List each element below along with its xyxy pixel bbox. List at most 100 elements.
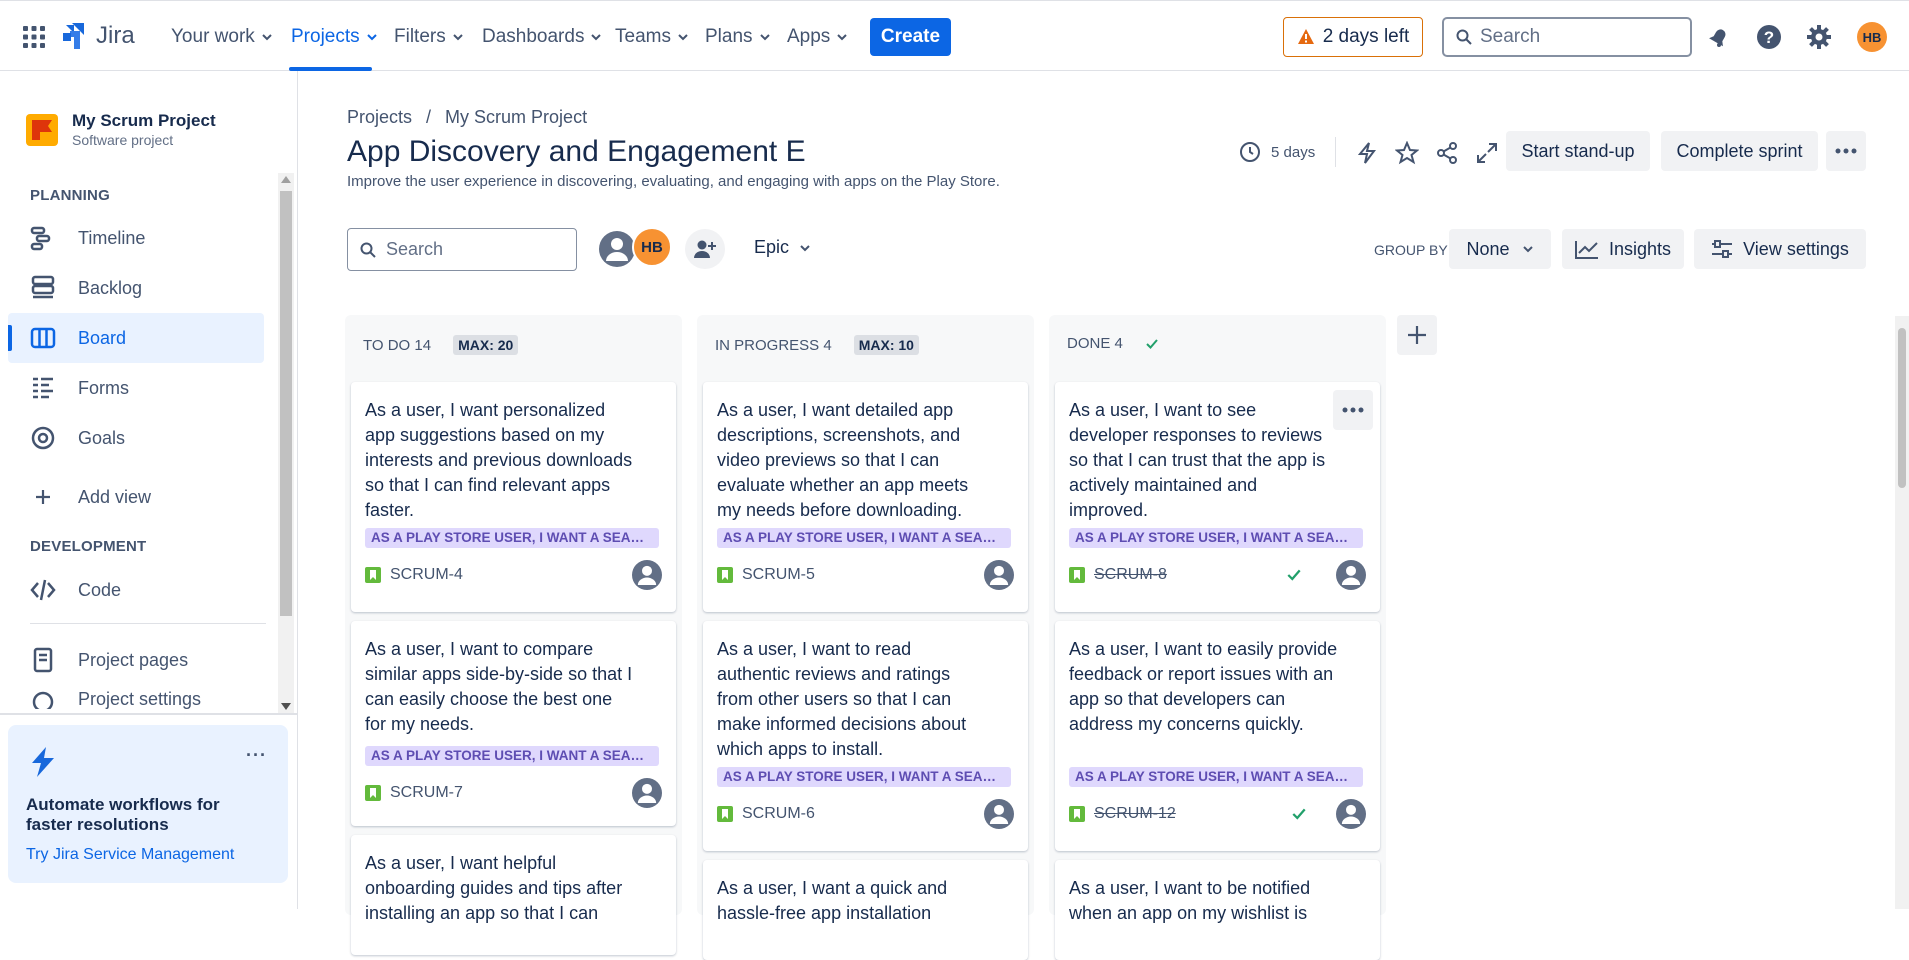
sidebar-scrollbar[interactable]: [278, 173, 294, 713]
issue-card[interactable]: As a user, I want personalized app sugge…: [351, 382, 676, 612]
issue-key[interactable]: SCRUM-12: [1094, 805, 1176, 823]
nav-plans[interactable]: Plans: [705, 23, 771, 51]
promo-link[interactable]: Try Jira Service Management: [26, 846, 234, 864]
more-dots-icon: [1835, 148, 1857, 154]
issue-card[interactable]: As a user, I want detailed app descripti…: [703, 382, 1028, 612]
issue-key[interactable]: SCRUM-6: [742, 805, 815, 823]
assignee-avatar[interactable]: [1336, 560, 1366, 590]
nav-your-work[interactable]: Your work: [171, 23, 273, 51]
card-more-actions-button[interactable]: [1333, 390, 1373, 430]
assignee-avatar[interactable]: [1336, 799, 1366, 829]
create-button[interactable]: Create: [870, 18, 951, 56]
group-by-dropdown[interactable]: None: [1449, 229, 1551, 269]
complete-sprint-button[interactable]: Complete sprint: [1661, 131, 1818, 171]
sidebar-item-timeline[interactable]: Timeline: [8, 213, 264, 263]
issue-key[interactable]: SCRUM-8: [1094, 566, 1167, 584]
search-icon: [360, 242, 376, 258]
start-standup-button[interactable]: Start stand-up: [1506, 131, 1650, 171]
person-icon: [632, 778, 662, 808]
project-header[interactable]: My Scrum Project Software project: [26, 111, 216, 148]
share-icon[interactable]: [1435, 141, 1459, 165]
page-title[interactable]: App Discovery and Engagement E: [347, 135, 806, 169]
column-header[interactable]: IN PROGRESS 4 MAX: 10: [715, 335, 919, 355]
sidebar-item-forms[interactable]: Forms: [8, 363, 264, 413]
add-view-label: Add view: [78, 486, 152, 507]
scroll-up-arrow-icon[interactable]: [281, 176, 291, 183]
chevron-down-icon: [800, 244, 810, 251]
issue-key[interactable]: SCRUM-4: [390, 566, 463, 584]
star-icon[interactable]: [1395, 141, 1419, 165]
days-remaining: 5 days: [1271, 143, 1316, 161]
add-view-button[interactable]: Add view: [8, 472, 264, 522]
fullscreen-expand-icon[interactable]: [1475, 141, 1499, 165]
sidebar-item-code[interactable]: Code: [8, 565, 264, 615]
sprint-time-remaining[interactable]: 5 days: [1239, 141, 1315, 163]
group-by-label: GROUP BY: [1374, 242, 1448, 258]
nav-plans-label: Plans: [705, 26, 753, 47]
nav-filters[interactable]: Filters: [394, 23, 464, 51]
epic-lozenge: AS A PLAY STORE USER, I WANT A SEAMLESS …: [365, 528, 659, 548]
issue-card[interactable]: As a user, I want to easily provide feed…: [1055, 621, 1380, 851]
column-header[interactable]: TO DO 14 MAX: 20: [363, 335, 519, 355]
user-avatar[interactable]: HB: [1857, 22, 1887, 52]
issue-card[interactable]: As a user, I want to compare similar app…: [351, 621, 676, 826]
person-icon: [1336, 560, 1366, 590]
issue-key[interactable]: SCRUM-7: [390, 784, 463, 802]
assignee-avatar[interactable]: [984, 560, 1014, 590]
scroll-down-arrow-icon[interactable]: [281, 703, 291, 710]
global-search-input[interactable]: Search: [1442, 17, 1692, 57]
notifications-icon[interactable]: [1705, 23, 1733, 51]
breadcrumb-project[interactable]: My Scrum Project: [445, 107, 587, 128]
development-heading: DEVELOPMENT: [30, 538, 147, 555]
promo-more-icon[interactable]: ···: [246, 745, 267, 766]
app-name: Jira: [96, 22, 135, 49]
assignee-avatar[interactable]: [632, 560, 662, 590]
column-header[interactable]: DONE 4: [1067, 335, 1159, 352]
sidebar-item-label: Forms: [78, 377, 129, 398]
sidebar-item-project-settings[interactable]: Project settings: [8, 685, 264, 709]
nav-dashboards[interactable]: Dashboards: [482, 23, 602, 51]
automation-lightning-icon[interactable]: [1356, 141, 1378, 165]
sidebar-item-goals[interactable]: Goals: [8, 413, 264, 463]
board-search-input[interactable]: Search: [347, 228, 577, 271]
trial-days-left-button[interactable]: 2 days left: [1283, 17, 1423, 57]
app-switcher-icon[interactable]: [22, 25, 46, 49]
chevron-down-icon: [759, 34, 770, 41]
more-actions-button[interactable]: [1826, 131, 1866, 171]
jira-logo[interactable]: Jira: [60, 21, 135, 51]
breadcrumb-projects[interactable]: Projects: [347, 107, 412, 128]
nav-apps[interactable]: Apps: [787, 23, 848, 51]
nav-teams[interactable]: Teams: [615, 23, 689, 51]
view-settings-button[interactable]: View settings: [1694, 229, 1866, 269]
user-avatar-filter[interactable]: HB: [632, 227, 672, 267]
nav-projects[interactable]: Projects: [291, 23, 378, 51]
sidebar-scroll-thumb[interactable]: [280, 191, 292, 616]
assignee-avatar[interactable]: [984, 799, 1014, 829]
help-icon[interactable]: ?: [1755, 23, 1783, 51]
sidebar-item-project-pages[interactable]: Project pages: [8, 635, 264, 685]
board-scrollbar[interactable]: [1895, 316, 1909, 909]
settings-gear-icon[interactable]: [1805, 23, 1833, 51]
issue-key[interactable]: SCRUM-5: [742, 566, 815, 584]
add-column-button[interactable]: [1397, 315, 1437, 355]
issue-summary: As a user, I want detailed app descripti…: [717, 400, 969, 520]
issue-card[interactable]: As a user, I want to be notified when an…: [1055, 860, 1380, 960]
sidebar-item-board[interactable]: Board: [8, 313, 264, 363]
board-scroll-thumb[interactable]: [1898, 328, 1906, 488]
epic-filter-dropdown[interactable]: Epic: [754, 237, 811, 258]
issue-card[interactable]: As a user, I want helpful onboarding gui…: [351, 835, 676, 955]
nav-your-work-label: Your work: [171, 26, 255, 47]
assignee-avatar[interactable]: [632, 778, 662, 808]
card-footer: SCRUM-8: [1069, 560, 1367, 590]
global-search-placeholder: Search: [1480, 26, 1541, 47]
add-person-icon: [694, 240, 716, 258]
issue-summary: As a user, I want to compare similar app…: [365, 639, 633, 734]
insights-button[interactable]: Insights: [1562, 229, 1684, 269]
issue-card[interactable]: As a user, I want to see developer respo…: [1055, 382, 1380, 612]
sidebar-item-backlog[interactable]: Backlog: [8, 263, 264, 313]
issue-card[interactable]: As a user, I want a quick and hassle-fre…: [703, 860, 1028, 960]
issue-card[interactable]: As a user, I want to read authentic revi…: [703, 621, 1028, 851]
story-icon: [1069, 806, 1085, 822]
add-people-button[interactable]: [685, 229, 725, 269]
issue-summary: As a user, I want to read authentic revi…: [717, 639, 967, 759]
